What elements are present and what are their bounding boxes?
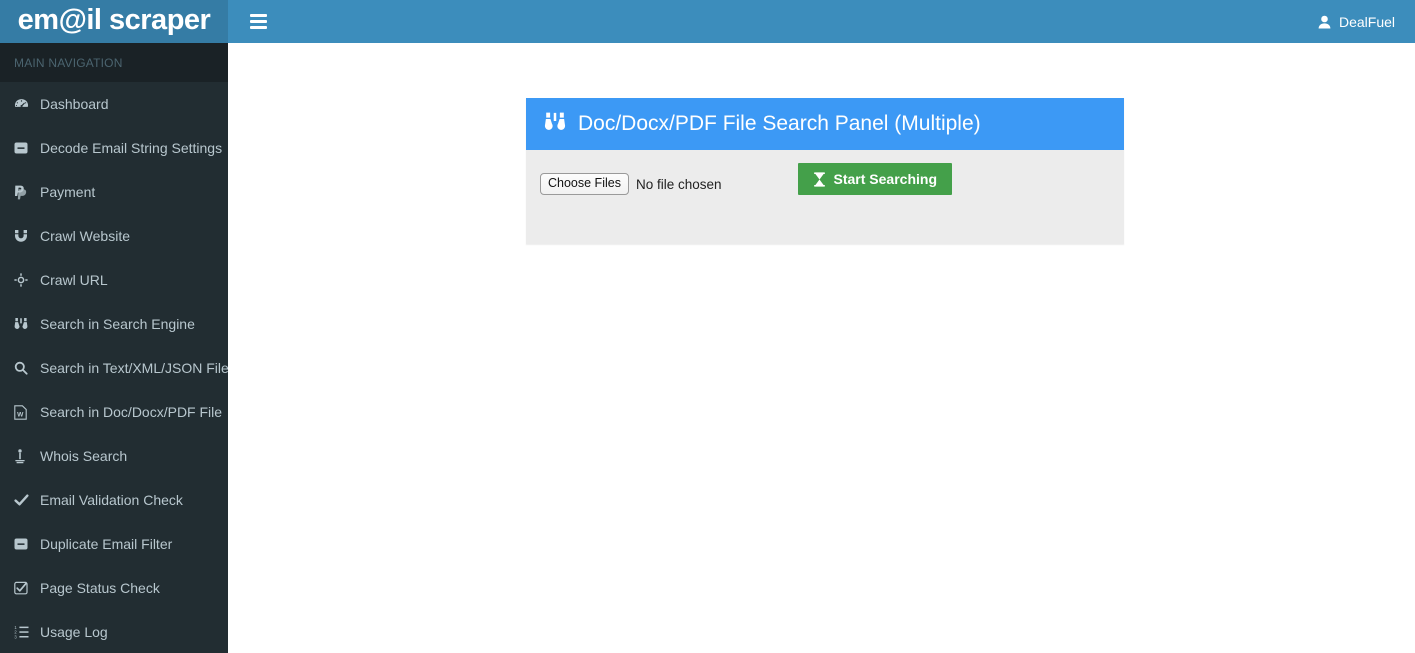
sidebar-item-search-in-doc-docx-pdf-file[interactable]: W Search in Doc/Docx/PDF File [0,390,228,434]
sidebar-toggle-button[interactable] [239,0,277,43]
file-upload-field[interactable]: Choose Files No file chosen [540,173,722,195]
whois-icon [14,448,38,464]
sidebar-item-email-validation-check[interactable]: Email Validation Check [0,478,228,522]
doc-search-panel: Doc/Docx/PDF File Search Panel (Multiple… [526,98,1124,244]
check-icon [14,493,38,507]
app-logo[interactable]: em@il scraper [0,0,228,43]
sidebar: MAIN NAVIGATION Dashboard Decode Email S… [0,43,228,653]
top-navbar: DealFuel [228,0,1415,43]
sidebar-item-crawl-url[interactable]: Crawl URL [0,258,228,302]
sidebar-item-duplicate-email-filter[interactable]: Duplicate Email Filter [0,522,228,566]
sidebar-item-label: Usage Log [40,624,108,640]
minus-square-icon [14,141,38,155]
binoculars-icon [14,317,38,331]
check-square-icon [14,581,38,595]
user-name-label: DealFuel [1338,13,1395,30]
sidebar-item-page-status-check[interactable]: Page Status Check [0,566,228,610]
sidebar-item-crawl-website[interactable]: Crawl Website [0,214,228,258]
user-menu[interactable]: DealFuel [1310,0,1403,43]
sidebar-item-label: Duplicate Email Filter [40,536,173,552]
sidebar-item-whois-search[interactable]: Whois Search [0,434,228,478]
sidebar-item-label: Crawl Website [40,228,130,244]
paypal-icon [14,185,38,200]
hourglass-icon [813,171,826,187]
user-icon [1318,15,1331,29]
sidebar-item-search-in-search-engine[interactable]: Search in Search Engine [0,302,228,346]
search-icon [14,361,38,375]
sidebar-item-decode-email-string-settings[interactable]: Decode Email String Settings [0,126,228,170]
sidebar-item-label: Search in Doc/Docx/PDF File [40,404,223,420]
tachometer-icon [14,97,38,112]
choose-files-button[interactable]: Choose Files [540,173,629,195]
sidebar-item-dashboard[interactable]: Dashboard [0,82,228,126]
binoculars-icon [544,111,566,138]
sidebar-item-label: Decode Email String Settings [40,140,223,156]
minus-square-icon [14,537,38,551]
svg-text:3: 3 [14,634,17,639]
crosshairs-icon [14,273,38,287]
sidebar-item-label: Crawl URL [40,272,108,288]
app-logo-text: em@il scraper [17,4,211,36]
sidebar-item-label: Search in Text/XML/JSON File [40,360,228,376]
content-area: Doc/Docx/PDF File Search Panel (Multiple… [228,43,1415,653]
sidebar-item-label: Payment [40,184,96,200]
start-searching-button[interactable]: Start Searching [797,163,952,195]
sidebar-item-label: Search in Search Engine [40,316,195,332]
sidebar-item-label: Email Validation Check [40,492,183,508]
sidebar-menu: Dashboard Decode Email String Settings P… [0,82,228,653]
sidebar-item-label: Dashboard [40,96,109,112]
file-chosen-status: No file chosen [635,176,722,192]
sidebar-section-header: MAIN NAVIGATION [0,43,228,82]
start-searching-label: Start Searching [833,171,937,187]
panel-body: Choose Files No file chosen Start Search… [526,150,1124,244]
sidebar-item-payment[interactable]: Payment [0,170,228,214]
sidebar-item-usage-log[interactable]: 1 2 3 Usage Log [0,610,228,653]
panel-title: Doc/Docx/PDF File Search Panel (Multiple… [578,112,981,135]
sidebar-item-search-in-text-xml-json-file[interactable]: Search in Text/XML/JSON File [0,346,228,390]
file-word-icon: W [14,404,38,420]
sidebar-item-label: Page Status Check [40,580,160,596]
magnet-icon [14,229,38,243]
sidebar-item-label: Whois Search [40,448,128,464]
panel-header: Doc/Docx/PDF File Search Panel (Multiple… [526,98,1124,150]
svg-text:W: W [17,411,24,418]
list-ol-icon: 1 2 3 [14,625,38,639]
hamburger-icon [249,11,267,32]
